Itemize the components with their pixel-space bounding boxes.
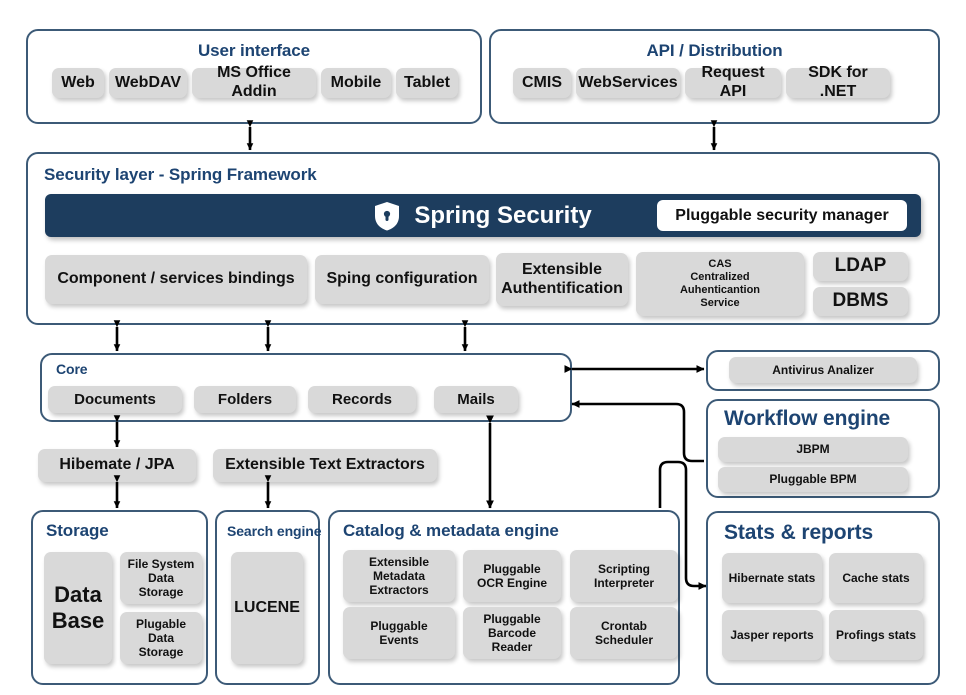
shield-lock-icon	[375, 201, 400, 230]
chip-hibernate-jpa[interactable]: Hibemate / JPA	[38, 449, 196, 482]
chip-jbpm[interactable]: JBPM	[718, 437, 908, 462]
chip-sping-configuration[interactable]: Sping configuration	[315, 255, 489, 304]
chip-component-services-bindings[interactable]: Component / services bindings	[45, 255, 307, 304]
panel-title-stats-reports: Stats & reports	[724, 521, 874, 544]
chip-hibernate-stats[interactable]: Hibernate stats	[722, 553, 822, 603]
panel-title-security-layer: Security layer - Spring Framework	[44, 165, 317, 184]
chip-tablet[interactable]: Tablet	[396, 68, 458, 98]
panel-title-user-interface: User interface	[198, 41, 310, 60]
chip-cache-stats[interactable]: Cache stats	[829, 553, 923, 603]
chip-extensible-authentification[interactable]: Extensible Authentification	[496, 253, 628, 306]
panel-title-api-distribution: API / Distribution	[646, 41, 783, 60]
chip-pluggable-events[interactable]: Pluggable Events	[343, 607, 455, 659]
chip-lucene[interactable]: LUCENE	[231, 552, 303, 664]
chip-file-system-data-storage[interactable]: File System Data Storage	[120, 552, 202, 604]
chip-webdav[interactable]: WebDAV	[109, 68, 187, 98]
chip-documents[interactable]: Documents	[48, 386, 182, 413]
chip-ldap[interactable]: LDAP	[813, 252, 908, 281]
chip-cmis[interactable]: CMIS	[513, 68, 571, 98]
chip-cas[interactable]: CAS Centralized Auhenticantion Service	[636, 252, 804, 316]
panel-title-storage: Storage	[46, 521, 109, 540]
chip-database[interactable]: Data Base	[44, 552, 112, 664]
chip-profings-stats[interactable]: Profings stats	[829, 610, 923, 660]
panel-title-workflow-engine: Workflow engine	[724, 407, 891, 430]
panel-title-search-engine: Search engine	[227, 523, 322, 539]
panel-title-core: Core	[56, 361, 88, 377]
chip-mobile[interactable]: Mobile	[321, 68, 391, 98]
chip-jasper-reports[interactable]: Jasper reports	[722, 610, 822, 660]
chip-mails[interactable]: Mails	[434, 386, 518, 413]
chip-folders[interactable]: Folders	[194, 386, 296, 413]
chip-pluggable-security-manager[interactable]: Pluggable security manager	[657, 200, 907, 231]
chip-webservices[interactable]: WebServices	[576, 68, 680, 98]
chip-antivirus-analizer[interactable]: Antivirus Analizer	[729, 357, 917, 383]
chip-scripting-interpreter[interactable]: Scripting Interpreter	[570, 550, 678, 602]
panel-title-catalog-engine: Catalog & metadata engine	[343, 521, 559, 540]
architecture-diagram: User interface Web WebDAV MS Office Addi…	[0, 0, 966, 695]
chip-extensible-metadata-extractors[interactable]: Extensible Metadata Extractors	[343, 550, 455, 602]
chip-extensible-text-extractors[interactable]: Extensible Text Extractors	[213, 449, 437, 482]
chip-dbms[interactable]: DBMS	[813, 287, 908, 316]
chip-crontab-scheduler[interactable]: Crontab Scheduler	[570, 607, 678, 659]
chip-sdk-for-net[interactable]: SDK for .NET	[786, 64, 890, 100]
spring-security-label: Spring Security	[414, 201, 592, 229]
chip-pluggable-bpm[interactable]: Pluggable BPM	[718, 467, 908, 492]
chip-pluggable-ocr-engine[interactable]: Pluggable OCR Engine	[463, 550, 561, 602]
chip-records[interactable]: Records	[308, 386, 416, 413]
chip-request-api[interactable]: Request API	[685, 64, 781, 100]
chip-pluggable-barcode-reader[interactable]: Pluggable Barcode Reader	[463, 607, 561, 659]
chip-ms-office-addin[interactable]: MS Office Addin	[192, 64, 316, 100]
chip-web[interactable]: Web	[52, 68, 104, 98]
chip-plugable-data-storage[interactable]: Plugable Data Storage	[120, 612, 202, 664]
